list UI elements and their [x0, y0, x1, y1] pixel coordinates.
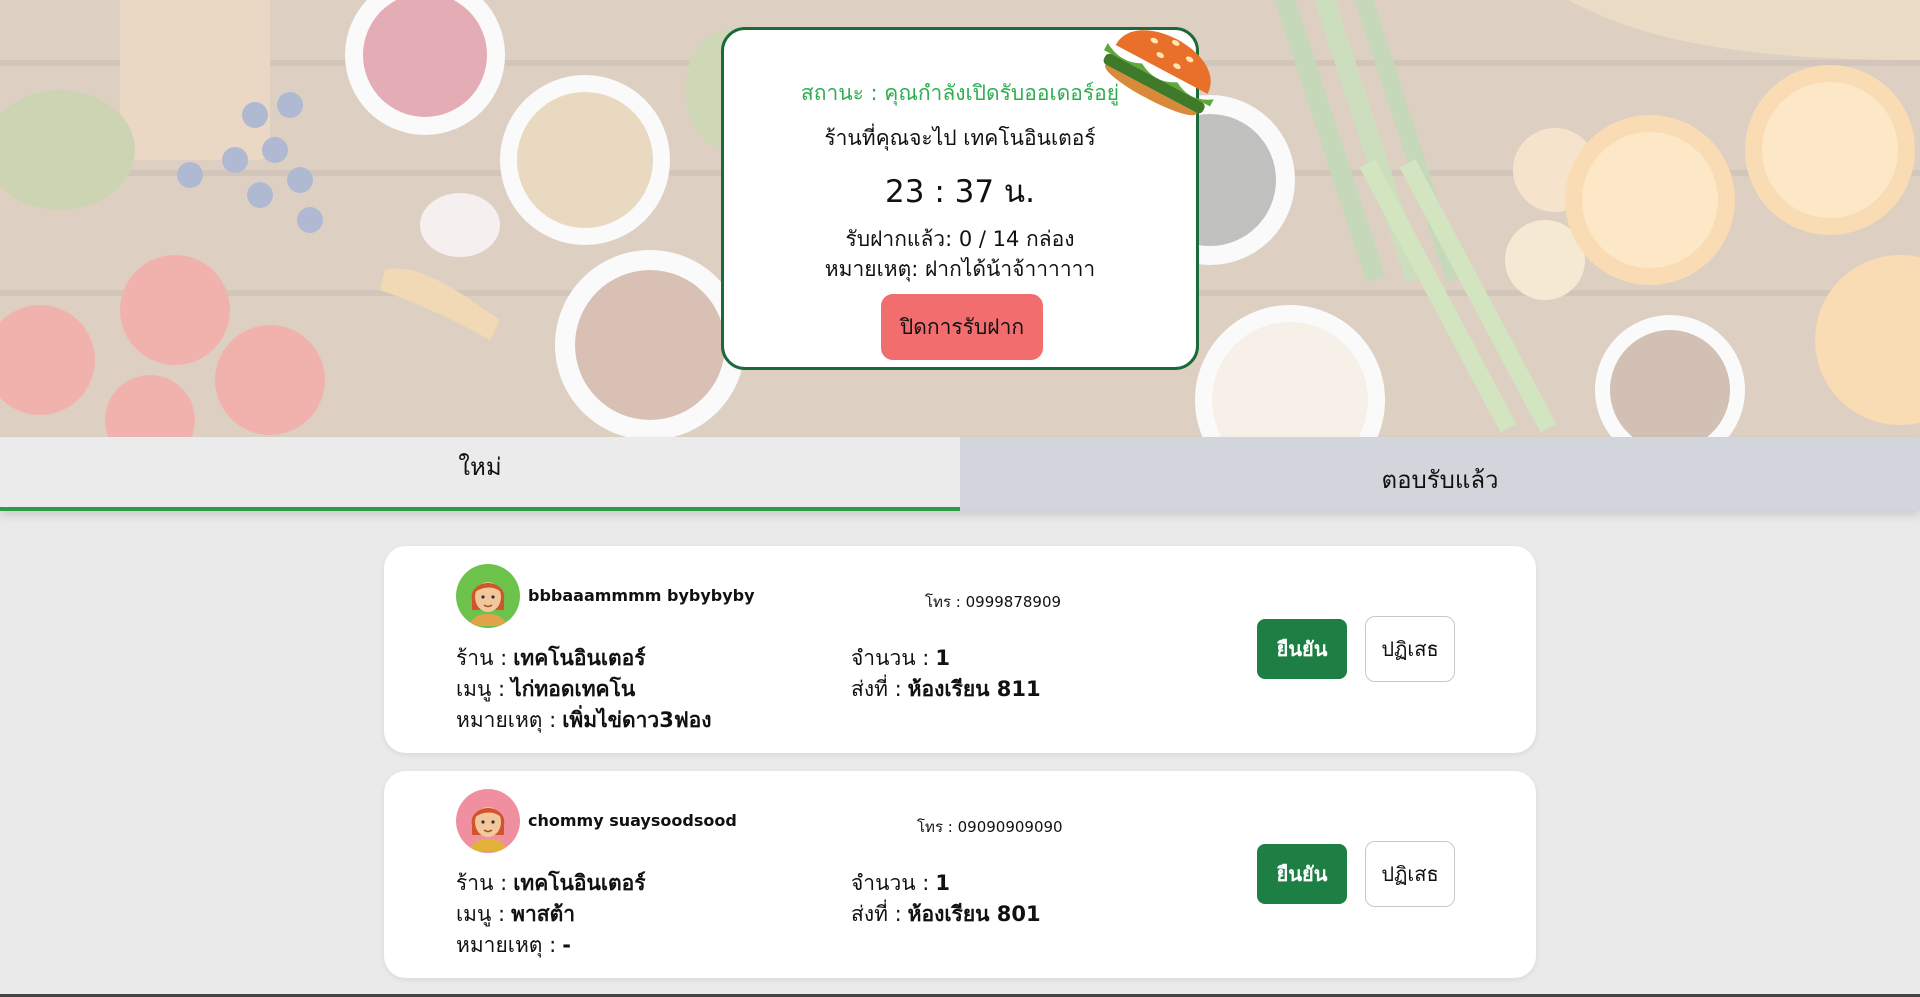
menu-field: เมนู : พาสต้า — [456, 898, 575, 931]
tab-accepted[interactable]: ตอบรับแล้ว — [960, 437, 1920, 511]
deliver-to-field: ส่งที่ : ห้องเรียน 801 — [851, 898, 1041, 931]
close-orders-button[interactable]: ปิดการรับฝาก — [881, 294, 1043, 360]
store-field: ร้าน : เทคโนอินเตอร์ — [456, 867, 646, 900]
customer-name: bbbaaammmm bybybyby — [528, 586, 755, 605]
phone-value: 09090909090 — [957, 818, 1063, 836]
note-value: - — [562, 933, 571, 957]
quantity-value: 1 — [935, 646, 950, 670]
user-avatar-icon — [456, 789, 520, 853]
phone-label: โทร : — [917, 818, 953, 836]
quantity-field: จำนวน :1 — [851, 867, 950, 900]
reject-button[interactable]: ปฏิเสธ — [1365, 616, 1455, 682]
burger-icon — [1103, 30, 1214, 116]
store-label: ร้าน : — [456, 646, 508, 670]
deliver-to-value: ห้องเรียน 811 — [907, 677, 1041, 701]
menu-value: พาสต้า — [511, 902, 576, 926]
menu-value: ไก่ทอดเทคโน — [511, 677, 636, 701]
menu-field: เมนู : ไก่ทอดเทคโน — [456, 673, 635, 706]
avatar — [456, 789, 520, 853]
phone-value: 0999878909 — [965, 593, 1062, 611]
phone-label: โทร : — [925, 593, 961, 611]
note-field: หมายเหตุ :- — [456, 929, 571, 962]
box-count-text: รับฝากแล้ว: 0 / 14 กล่อง — [845, 227, 1075, 251]
store-label: ร้าน : — [456, 871, 508, 895]
quantity-value: 1 — [935, 871, 950, 895]
order-card: bbbaaammmm bybybyby โทร : 0999878909 ร้า… — [384, 546, 1536, 753]
store-value: เทคโนอินเตอร์ — [513, 646, 646, 670]
order-card: chommy suaysoodsood โทร : 09090909090 ร้… — [384, 771, 1536, 978]
customer-phone: โทร : 09090909090 — [917, 815, 1063, 839]
note-field: หมายเหตุ : เพิ่มไข่ดาว3ฟอง — [456, 704, 712, 737]
quantity-label: จำนวน : — [851, 646, 930, 670]
confirm-button[interactable]: ยืนยัน — [1257, 619, 1347, 679]
avatar — [456, 564, 520, 628]
customer-name: chommy suaysoodsood — [528, 811, 737, 830]
menu-label: เมนู : — [456, 677, 506, 701]
order-tabs: ใหม่ ตอบรับแล้ว — [0, 437, 1920, 511]
tab-new[interactable]: ใหม่ — [0, 437, 960, 511]
deliver-to-label: ส่งที่ : — [851, 677, 902, 701]
customer-phone: โทร : 0999878909 — [925, 590, 1061, 614]
quantity-field: จำนวน :1 — [851, 642, 950, 675]
deliver-to-field: ส่งที่ : ห้องเรียน 811 — [851, 673, 1041, 706]
deliver-to-label: ส่งที่ : — [851, 902, 902, 926]
confirm-button[interactable]: ยืนยัน — [1257, 844, 1347, 904]
quantity-label: จำนวน : — [851, 871, 930, 895]
time-text: 23 : 37 น. — [885, 174, 1035, 210]
deliver-to-value: ห้องเรียน 801 — [907, 902, 1041, 926]
store-value: เทคโนอินเตอร์ — [513, 871, 646, 895]
note-label: หมายเหตุ : — [456, 933, 557, 957]
store-field: ร้าน : เทคโนอินเตอร์ — [456, 642, 646, 675]
user-avatar-icon — [456, 564, 520, 628]
reject-button[interactable]: ปฏิเสธ — [1365, 841, 1455, 907]
status-note-text: หมายเหตุ: ฝากได้น้าจ้าาาาาา — [824, 257, 1096, 281]
note-label: หมายเหตุ : — [456, 708, 557, 732]
menu-label: เมนู : — [456, 902, 506, 926]
note-value: เพิ่มไข่ดาว3ฟอง — [562, 708, 712, 732]
